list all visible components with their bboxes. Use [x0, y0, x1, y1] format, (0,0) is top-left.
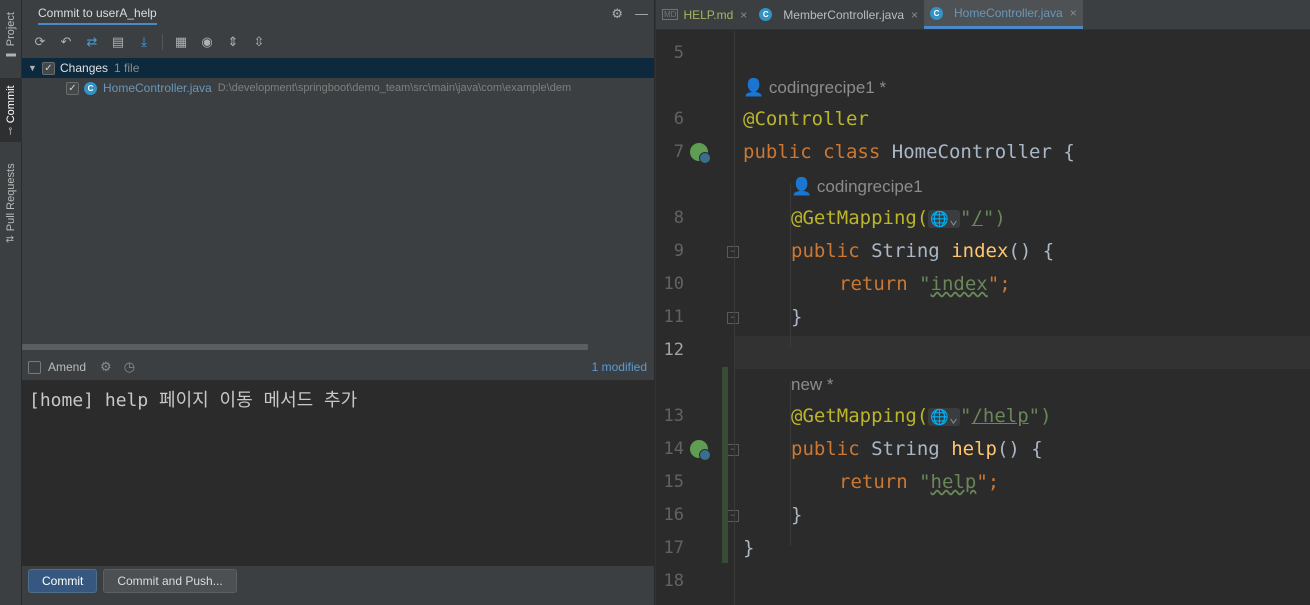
pull-request-icon: ⇅: [5, 234, 17, 244]
close-icon[interactable]: ×: [740, 8, 747, 22]
line-number: 6: [673, 109, 684, 129]
view-options-icon[interactable]: ◉: [197, 32, 217, 52]
collapse-all-icon[interactable]: ⇳: [249, 32, 269, 52]
rollback-icon[interactable]: ↶: [56, 32, 76, 52]
show-diff-icon[interactable]: ⇄: [82, 32, 102, 52]
code-line-14: public String help() {: [791, 438, 1043, 460]
amend-label[interactable]: Amend: [48, 360, 86, 374]
spring-bean-icon[interactable]: [690, 143, 711, 164]
tab-member-controller[interactable]: C MemberController.java ×: [753, 0, 924, 29]
line-number: 18: [663, 571, 684, 591]
changes-file-count: 1 file: [114, 61, 140, 75]
changed-file-path: D:\development\springboot\demo_team\src\…: [217, 82, 572, 94]
code-line-11: }: [791, 306, 803, 328]
java-class-icon: C: [930, 6, 944, 20]
endpoint-globe-icon[interactable]: 🌐⌄: [928, 210, 960, 228]
endpoint-globe-icon[interactable]: 🌐⌄: [928, 408, 960, 426]
code-line-13: @GetMapping(🌐⌄ "/help"): [791, 405, 1052, 427]
changes-group-checkbox[interactable]: ✓: [42, 61, 55, 75]
file-checkbox[interactable]: ✓: [66, 81, 79, 95]
folder-icon: ▬: [5, 50, 17, 62]
tab-label: HELP.md: [683, 7, 734, 22]
chevron-down-icon[interactable]: ▼: [28, 63, 42, 73]
java-class-icon: C: [84, 81, 97, 95]
author-hint-class[interactable]: 👤 codingrecipe1 *: [743, 76, 886, 98]
shelve-icon[interactable]: ⤓: [134, 32, 154, 52]
changes-group-label: Changes: [60, 61, 109, 75]
tab-label: MemberController.java: [783, 7, 904, 22]
code-line-8: @GetMapping(🌐⌄ "/"): [791, 207, 1006, 229]
code-line-15: return "help";: [839, 471, 1000, 493]
code-line-6: @Controller: [743, 108, 869, 130]
changed-file-row[interactable]: ✓ C HomeController.java D:\development\s…: [22, 78, 654, 98]
commit-message-input[interactable]: [home] help 페이지 이동 메서드 추가: [22, 380, 654, 566]
line-number: 15: [663, 472, 684, 492]
code-line-10: return "index";: [839, 273, 1011, 295]
new-hint[interactable]: new *: [791, 373, 834, 395]
code-line-7: public class HomeController {: [743, 141, 1075, 163]
amend-checkbox[interactable]: [28, 360, 41, 374]
commit-icon: ⊸: [5, 126, 17, 136]
project-tool-tab[interactable]: ▬ Project: [0, 6, 22, 68]
code-line-9: public String index() {: [791, 240, 1055, 262]
spring-endpoint-icon[interactable]: [690, 440, 711, 461]
horizontal-scrollbar[interactable]: [22, 344, 588, 350]
commit-panel-title[interactable]: Commit to userA_help: [38, 4, 157, 25]
gear-icon[interactable]: ⚙: [611, 6, 623, 22]
tab-home-controller[interactable]: C HomeController.java ×: [924, 0, 1083, 29]
line-number: 9: [673, 241, 684, 261]
tool-window-strip: ▬ Project ⊸ Commit ⇅ Pull Requests: [0, 0, 22, 605]
line-number: 14: [663, 439, 684, 459]
changes-group-row[interactable]: ▼ ✓ Changes 1 file: [22, 58, 654, 78]
refresh-icon[interactable]: ⟳: [30, 32, 50, 52]
close-icon[interactable]: ×: [911, 8, 918, 22]
code-line-17: }: [743, 537, 755, 559]
commit-toolbar: ⟳ ↶ ⇄ ▤ ⤓ ▦ ◉ ⇕ ⇳: [22, 28, 654, 56]
settings-icon[interactable]: ⚙: [100, 359, 112, 375]
author-hint-method[interactable]: 👤 codingrecipe1: [791, 175, 923, 197]
edit-source-icon[interactable]: ▤: [108, 32, 128, 52]
commit-buttons: Commit Commit and Push...: [28, 569, 237, 593]
modified-count-link[interactable]: 1 modified: [592, 360, 647, 374]
history-clock-icon[interactable]: ◷: [124, 359, 135, 375]
code-area[interactable]: 👤 codingrecipe1 * @Controller public cla…: [735, 31, 1310, 605]
vcs-change-marker[interactable]: [722, 367, 728, 563]
amend-bar: Amend ⚙ ◷ 1 modified: [22, 354, 654, 380]
expand-all-icon[interactable]: ⇕: [223, 32, 243, 52]
line-number: 16: [663, 505, 684, 525]
current-line-highlight: [735, 336, 1310, 369]
line-number: 8: [673, 208, 684, 228]
line-number-current: 12: [663, 340, 684, 360]
tab-label: HomeController.java: [954, 6, 1063, 20]
commit-tool-tab[interactable]: ⊸ Commit: [0, 78, 22, 142]
changed-file-name: HomeController.java: [103, 81, 212, 95]
java-class-icon: C: [759, 8, 773, 21]
editor-tabs: MD HELP.md × C MemberController.java × C…: [656, 0, 1310, 30]
line-number: 13: [663, 406, 684, 426]
line-number: 7: [673, 142, 684, 162]
toolbar-separator: [162, 34, 163, 50]
line-number: 10: [663, 274, 684, 294]
tab-help-md[interactable]: MD HELP.md ×: [656, 0, 753, 29]
close-icon[interactable]: ×: [1070, 6, 1077, 20]
commit-and-push-button[interactable]: Commit and Push...: [103, 569, 237, 593]
pull-requests-tool-tab[interactable]: ⇅ Pull Requests: [0, 156, 22, 250]
line-number: 17: [663, 538, 684, 558]
line-number: 5: [673, 43, 684, 63]
group-by-icon[interactable]: ▦: [171, 32, 191, 52]
line-number: 11: [663, 307, 684, 327]
commit-panel-header: Commit to userA_help ⚙ —: [22, 0, 654, 28]
editor-gutter[interactable]: 5 6 7 8 9 10 11 12 13 14 15 16 17 18 − −…: [656, 31, 739, 605]
commit-panel: Commit to userA_help ⚙ — ⟳ ↶ ⇄ ▤ ⤓ ▦ ◉ ⇕…: [22, 0, 654, 605]
code-line-16: }: [791, 504, 803, 526]
code-editor: MD HELP.md × C MemberController.java × C…: [655, 0, 1310, 605]
markdown-file-icon: MD: [662, 9, 679, 20]
minimize-icon[interactable]: —: [635, 6, 648, 22]
changes-tree: ▼ ✓ Changes 1 file ✓ C HomeController.ja…: [22, 58, 654, 344]
commit-button[interactable]: Commit: [28, 569, 98, 593]
